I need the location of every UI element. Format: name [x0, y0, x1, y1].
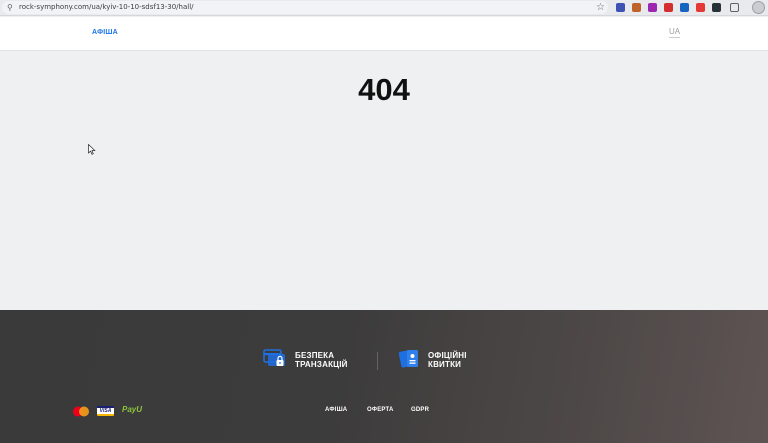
site-info-icon[interactable]: ⚲ [7, 4, 14, 12]
secure-card-icon [263, 349, 285, 366]
main-content: 404 [0, 52, 768, 310]
language-switcher[interactable]: UA [669, 27, 681, 38]
nav-afisha-link[interactable]: АФІША [92, 29, 118, 36]
footer-link-afisha[interactable]: АФІША [325, 407, 347, 413]
record-ext-icon[interactable] [712, 3, 721, 12]
visa-logo: VISA [97, 406, 114, 416]
feature-divider [377, 352, 378, 370]
payu-logo: PayU [122, 405, 143, 414]
extensions-puzzle-icon[interactable] [730, 3, 739, 12]
footer-link-gdpr[interactable]: GDPR [411, 407, 429, 413]
ring-ext-icon[interactable] [696, 3, 705, 12]
mouse-cursor-icon [88, 144, 96, 155]
bookmark-star-icon[interactable]: ☆ [596, 2, 605, 14]
feature-security-line2: ТРАНЗАКЦІЙ [295, 360, 348, 369]
profile-avatar[interactable] [752, 1, 765, 14]
mastercard-logo-icon [73, 406, 89, 417]
browser-toolbar: ⚲ rock-symphony.com/ua/kyiv-10-10-sdsf13… [0, 0, 768, 16]
feature-security-line1: БЕЗПЕКА [295, 351, 335, 360]
grid-ext-icon[interactable] [680, 3, 689, 12]
address-bar[interactable]: ⚲ rock-symphony.com/ua/kyiv-10-10-sdsf13… [2, 1, 608, 14]
puzzle-ext-icon[interactable] [648, 3, 657, 12]
url-text[interactable]: rock-symphony.com/ua/kyiv-10-10-sdsf13-3… [19, 3, 194, 11]
tickets-icon [399, 350, 418, 368]
video-ext-icon[interactable] [664, 3, 673, 12]
circle-ext-icon[interactable] [632, 3, 641, 12]
site-footer: БЕЗПЕКА ТРАНЗАКЦІЙ ОФІЦІЙНІ КВИТКИ VISA … [0, 310, 768, 443]
feature-official-line2: КВИТКИ [428, 360, 462, 369]
site-header: АФІША UA [0, 17, 768, 51]
error-code-heading: 404 [358, 72, 410, 107]
footer-link-oferta[interactable]: ОФЕРТА [367, 407, 394, 413]
checklist-ext-icon[interactable] [616, 3, 625, 12]
feature-official-line1: ОФІЦІЙНІ [428, 351, 467, 360]
